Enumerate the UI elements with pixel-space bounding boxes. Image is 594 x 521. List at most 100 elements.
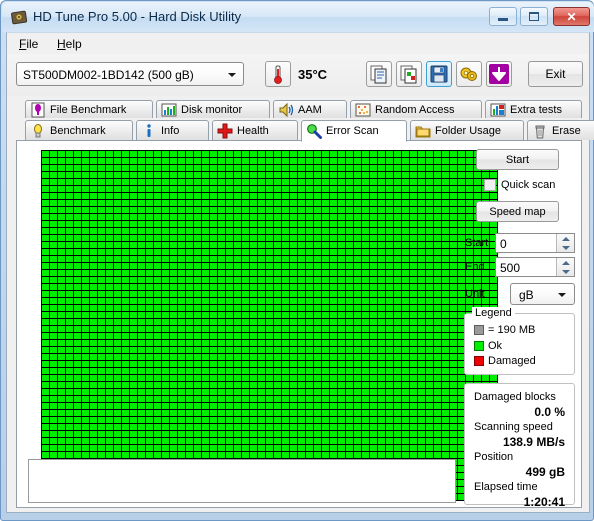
block-cell (74, 179, 81, 185)
start-stepper[interactable] (556, 234, 574, 252)
close-button[interactable]: ✕ (553, 7, 590, 26)
block-cell (154, 200, 161, 206)
block-cell (442, 270, 449, 276)
block-cell (314, 235, 321, 241)
tab-health[interactable]: Health (212, 120, 298, 140)
block-cell (290, 158, 297, 164)
block-cell (290, 396, 297, 402)
tab-erase[interactable]: Erase (527, 120, 594, 140)
quick-scan-checkbox-row[interactable]: Quick scan (484, 177, 584, 193)
tab-aam[interactable]: AAM (273, 100, 347, 118)
copy-button[interactable] (366, 61, 392, 87)
block-cell (434, 242, 441, 248)
block-cell (442, 242, 449, 248)
block-cell (98, 368, 105, 374)
block-cell (90, 333, 97, 339)
start-stepper-down[interactable] (557, 243, 574, 252)
block-cell (338, 228, 345, 234)
tab-disk-monitor[interactable]: Disk monitor (156, 100, 270, 118)
menu-item-file[interactable]: File (13, 36, 44, 52)
block-cell (82, 284, 89, 290)
block-cell (442, 214, 449, 220)
block-cell (218, 291, 225, 297)
block-cell (154, 347, 161, 353)
block-cell (178, 298, 185, 304)
block-cell (82, 158, 89, 164)
drive-select[interactable]: ST500DM002-1BD142 (500 gB) (16, 62, 244, 86)
speed-map-button[interactable]: Speed map (476, 201, 559, 222)
block-cell (42, 424, 49, 430)
save-button[interactable] (426, 61, 452, 87)
block-cell (130, 431, 137, 437)
block-cell (442, 368, 449, 374)
block-cell (202, 221, 209, 227)
block-cell (346, 354, 353, 360)
block-cell (386, 284, 393, 290)
block-cell (266, 256, 273, 262)
exit-button[interactable]: Exit (528, 61, 583, 87)
block-cell (154, 277, 161, 283)
block-cell (226, 249, 233, 255)
block-cell (210, 186, 217, 192)
block-cell (114, 186, 121, 192)
block-cell (122, 228, 129, 234)
tab-folder-usage[interactable]: Folder Usage (410, 120, 524, 140)
unit-select[interactable]: gB (510, 283, 575, 305)
block-cell (298, 305, 305, 311)
end-stepper[interactable] (556, 258, 574, 276)
block-cell (42, 158, 49, 164)
block-cell (394, 228, 401, 234)
start-input[interactable]: 0 (495, 233, 575, 253)
copy-image-button[interactable] (396, 61, 422, 87)
block-cell (130, 263, 137, 269)
maximize-button[interactable] (520, 7, 548, 26)
random-access-icon (355, 103, 371, 116)
tab-random-access[interactable]: Random Access (350, 100, 482, 118)
block-cell (338, 158, 345, 164)
blockmap-grid[interactable] (41, 150, 498, 501)
start-button[interactable]: Start (476, 149, 559, 170)
end-stepper-up[interactable] (557, 258, 574, 267)
block-cell (138, 319, 145, 325)
block-cell (418, 158, 425, 164)
minimize-button[interactable] (489, 7, 517, 26)
block-cell (274, 284, 281, 290)
block-cell (162, 403, 169, 409)
block-cell (210, 396, 217, 402)
end-stepper-down[interactable] (557, 267, 574, 276)
download-button[interactable] (486, 61, 512, 87)
block-cell (314, 200, 321, 206)
block-cell (66, 354, 73, 360)
block-cell (442, 193, 449, 199)
end-input[interactable]: 500 (495, 257, 575, 277)
block-cell (362, 368, 369, 374)
start-stepper-up[interactable] (557, 234, 574, 243)
block-cell (90, 305, 97, 311)
block-cell (210, 179, 217, 185)
block-cell (386, 298, 393, 304)
block-cell (426, 207, 433, 213)
block-cell (410, 291, 417, 297)
block-cell (146, 214, 153, 220)
block-cell (186, 249, 193, 255)
block-cell (138, 151, 145, 157)
block-cell (82, 431, 89, 437)
tab-extra-tests[interactable]: Extra tests (485, 100, 582, 118)
block-cell (266, 200, 273, 206)
settings-button[interactable] (456, 61, 482, 87)
block-cell (306, 207, 313, 213)
block-cell (218, 396, 225, 402)
block-cell (186, 151, 193, 157)
block-cell (418, 151, 425, 157)
block-cell (314, 221, 321, 227)
tab-benchmark[interactable]: Benchmark (25, 120, 133, 140)
menu-item-help[interactable]: Help (51, 36, 88, 52)
block-cell (130, 193, 137, 199)
quick-scan-checkbox[interactable] (484, 179, 496, 191)
block-cell (362, 354, 369, 360)
tab-info[interactable]: Info (136, 120, 209, 140)
tab-file-benchmark[interactable]: File Benchmark (25, 100, 153, 118)
block-cell (410, 207, 417, 213)
block-cell (410, 389, 417, 395)
tab-error-scan[interactable]: Error Scan (301, 120, 407, 142)
